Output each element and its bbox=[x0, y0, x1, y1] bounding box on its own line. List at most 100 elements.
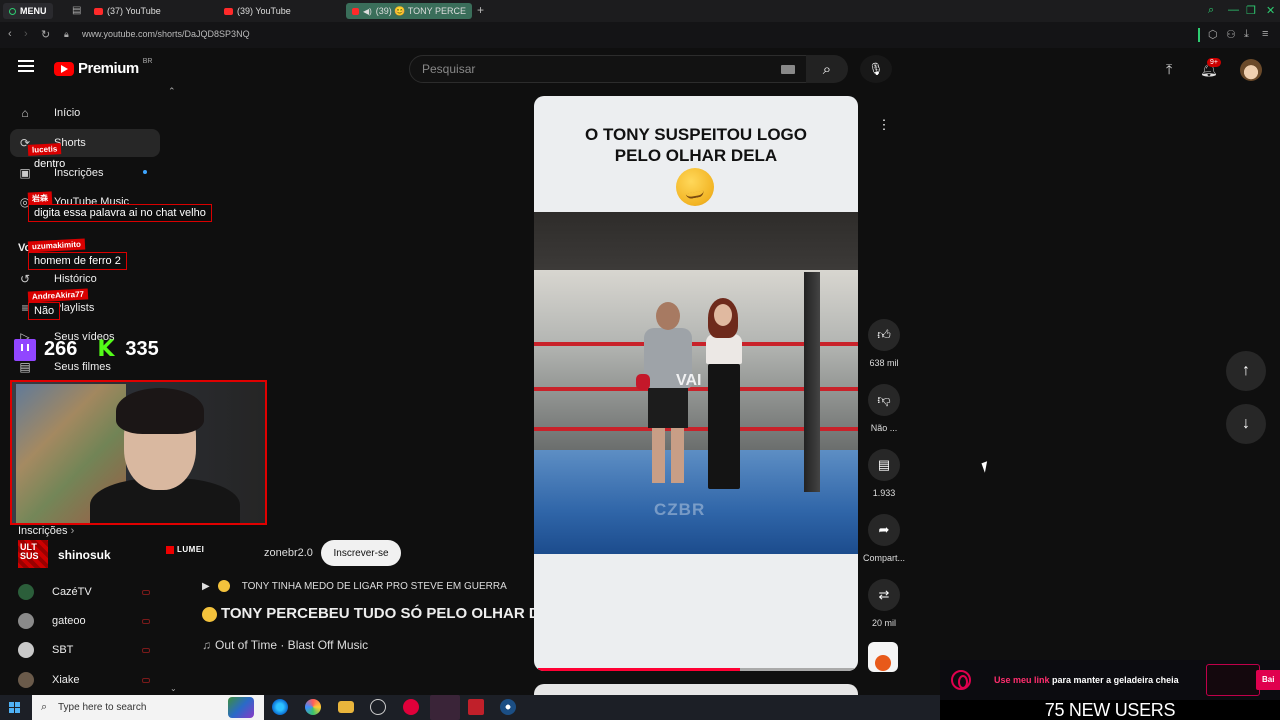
like-button[interactable]: 👍︎ bbox=[868, 319, 900, 351]
video-progress-bar[interactable] bbox=[538, 668, 854, 671]
search-tabs-icon[interactable]: ⌕ bbox=[1208, 4, 1214, 17]
sidebar-channel-xiake[interactable]: Xiake bbox=[18, 672, 80, 688]
back-icon[interactable]: ‹ bbox=[8, 28, 12, 40]
widgets-icon[interactable] bbox=[228, 697, 254, 718]
tab-youtube-37[interactable]: (37) YouTube bbox=[88, 3, 167, 19]
upload-icon[interactable]: ⤒ bbox=[1166, 61, 1172, 78]
alert-button[interactable]: Bai bbox=[1256, 670, 1280, 690]
video-overlay-word: VAI bbox=[676, 372, 702, 389]
steam-icon[interactable] bbox=[500, 699, 516, 715]
alert-thumbnail bbox=[1206, 664, 1260, 696]
sidebar-item-history[interactable]: ↺ Histórico bbox=[18, 272, 97, 286]
live-indicator-icon bbox=[142, 648, 150, 653]
keyboard-icon[interactable] bbox=[781, 65, 795, 74]
subscriptions-header[interactable]: Inscrições › bbox=[18, 525, 74, 537]
share-button[interactable]: ➦ bbox=[868, 514, 900, 546]
streamer-webcam bbox=[10, 380, 267, 525]
opera-gx-taskbar-icon[interactable] bbox=[430, 695, 460, 720]
viewer-stats: 266 K 335 bbox=[14, 338, 159, 361]
media-player-icon[interactable] bbox=[403, 699, 419, 715]
related-short-link[interactable]: ▶ TONY TINHA MEDO DE LIGAR PRO STEVE EM G… bbox=[202, 580, 507, 592]
minimize-icon[interactable]: — bbox=[1228, 4, 1239, 16]
youtube-favicon-icon bbox=[352, 7, 359, 15]
scroll-down-arrow-icon[interactable]: ⌄ bbox=[170, 684, 177, 693]
man-head bbox=[656, 302, 680, 330]
browser-menu-button[interactable]: MENU bbox=[3, 3, 53, 19]
reload-icon[interactable]: ↻ bbox=[41, 28, 50, 41]
sidebar-channel-gateoo[interactable]: gateoo bbox=[18, 613, 86, 629]
youtube-premium-logo[interactable]: Premium BR bbox=[54, 58, 152, 77]
man-shorts bbox=[648, 388, 688, 428]
woman-pants bbox=[708, 364, 740, 489]
scroll-up-arrow-icon[interactable]: ⌃ bbox=[168, 86, 176, 97]
tab-stack-icon[interactable]: ▤ bbox=[72, 5, 81, 16]
remix-button[interactable]: ⇄ bbox=[868, 579, 900, 611]
channel-name[interactable]: zonebr2.0 bbox=[264, 547, 313, 559]
new-tab-button[interactable]: + bbox=[477, 3, 484, 17]
sidebar-channel-sbt[interactable]: SBT bbox=[18, 642, 73, 658]
chatgpt-icon[interactable] bbox=[370, 699, 386, 715]
music-note-icon: ♫ bbox=[202, 638, 211, 652]
previous-short-button[interactable]: ↑ bbox=[1226, 351, 1266, 391]
short-video-player[interactable]: O TONY SUSPEITOU LOGO PELO OLHAR DELA VA… bbox=[534, 96, 858, 671]
new-users-counter: 75 NEW USERS bbox=[940, 700, 1280, 720]
windows-taskbar: ⌕ Type here to search bbox=[0, 695, 940, 720]
channel-avatar bbox=[18, 613, 34, 629]
man-figure bbox=[636, 302, 698, 492]
opera-logo-icon bbox=[951, 670, 971, 690]
hamburger-menu-icon[interactable] bbox=[18, 60, 34, 72]
dislike-button[interactable]: 👎︎ bbox=[868, 384, 900, 416]
search-button[interactable]: ⌕ bbox=[806, 55, 848, 83]
voice-app-icon[interactable] bbox=[468, 699, 484, 715]
stream-alert-banner: Use meu link para manter a geladeira che… bbox=[940, 660, 1280, 700]
emoji-icon bbox=[202, 606, 217, 622]
user-avatar[interactable] bbox=[1240, 59, 1262, 81]
alert-text: Use meu link para manter a geladeira che… bbox=[994, 675, 1179, 685]
opera-gx-icon bbox=[9, 7, 16, 15]
live-indicator-icon bbox=[142, 678, 150, 683]
your-movies-icon: ▤ bbox=[19, 360, 31, 374]
sidebar-channel-cazetv[interactable]: CazéTV bbox=[18, 584, 92, 600]
search-icon: ⌕ bbox=[41, 701, 48, 713]
file-explorer-icon[interactable] bbox=[338, 701, 354, 713]
windows-start-icon[interactable] bbox=[9, 702, 20, 713]
twitch-icon bbox=[14, 338, 36, 361]
sidebar-item-your-movies[interactable]: ▤ Seus filmes bbox=[18, 360, 111, 374]
url-text[interactable]: www.youtube.com/shorts/DaJQD8SP3NQ bbox=[82, 29, 250, 39]
youtube-favicon-icon bbox=[224, 7, 233, 15]
close-icon[interactable]: ✕ bbox=[1266, 4, 1275, 17]
sidebar-indicator bbox=[1198, 28, 1200, 42]
account-icon[interactable]: ⚇ bbox=[1226, 28, 1236, 41]
tab-youtube-39[interactable]: (39) YouTube bbox=[218, 3, 297, 19]
subscribe-button[interactable]: Inscrever-se bbox=[321, 540, 401, 566]
channel-handle[interactable]: shinosuk bbox=[58, 548, 111, 562]
forward-icon[interactable]: › bbox=[24, 28, 28, 40]
sidebar-item-home[interactable]: ⌂ Início bbox=[18, 106, 80, 120]
search-input[interactable] bbox=[410, 56, 770, 82]
sound-thumbnail[interactable] bbox=[868, 642, 898, 672]
channel-avatar bbox=[18, 584, 34, 600]
short-music[interactable]: ♫ Out of Time · Blast Off Music bbox=[202, 638, 368, 652]
video-frame: VAI CZBR bbox=[534, 212, 858, 554]
video-watermark: CZBR bbox=[654, 500, 706, 519]
share-arrow-icon: ➦ bbox=[878, 522, 890, 537]
next-short-button[interactable]: ↓ bbox=[1226, 404, 1266, 444]
edge-icon[interactable] bbox=[272, 699, 288, 715]
ring-post bbox=[804, 272, 820, 492]
new-content-dot bbox=[143, 170, 147, 174]
voice-search-button[interactable]: 🎙︎ bbox=[860, 55, 892, 83]
tab-active-short[interactable]: ◀) (39) 😊 TONY PERCE bbox=[346, 3, 472, 19]
kick-viewer-count: 335 bbox=[125, 338, 159, 360]
streamer-hair bbox=[116, 388, 204, 434]
woman-face bbox=[714, 304, 732, 326]
chat-text: dentro bbox=[34, 158, 66, 170]
boxing-glove bbox=[636, 374, 650, 390]
copilot-icon[interactable] bbox=[305, 699, 321, 715]
mouse-cursor bbox=[981, 461, 991, 473]
comments-button[interactable]: ▤ bbox=[868, 449, 900, 481]
download-icon[interactable]: ⤓ bbox=[1244, 28, 1249, 41]
more-options-button[interactable]: ⋮ bbox=[868, 109, 900, 141]
extensions-icon[interactable]: ⬡ bbox=[1208, 28, 1218, 41]
easy-setup-icon[interactable]: ≡ bbox=[1262, 28, 1268, 40]
restore-icon[interactable]: ❐ bbox=[1246, 4, 1256, 17]
